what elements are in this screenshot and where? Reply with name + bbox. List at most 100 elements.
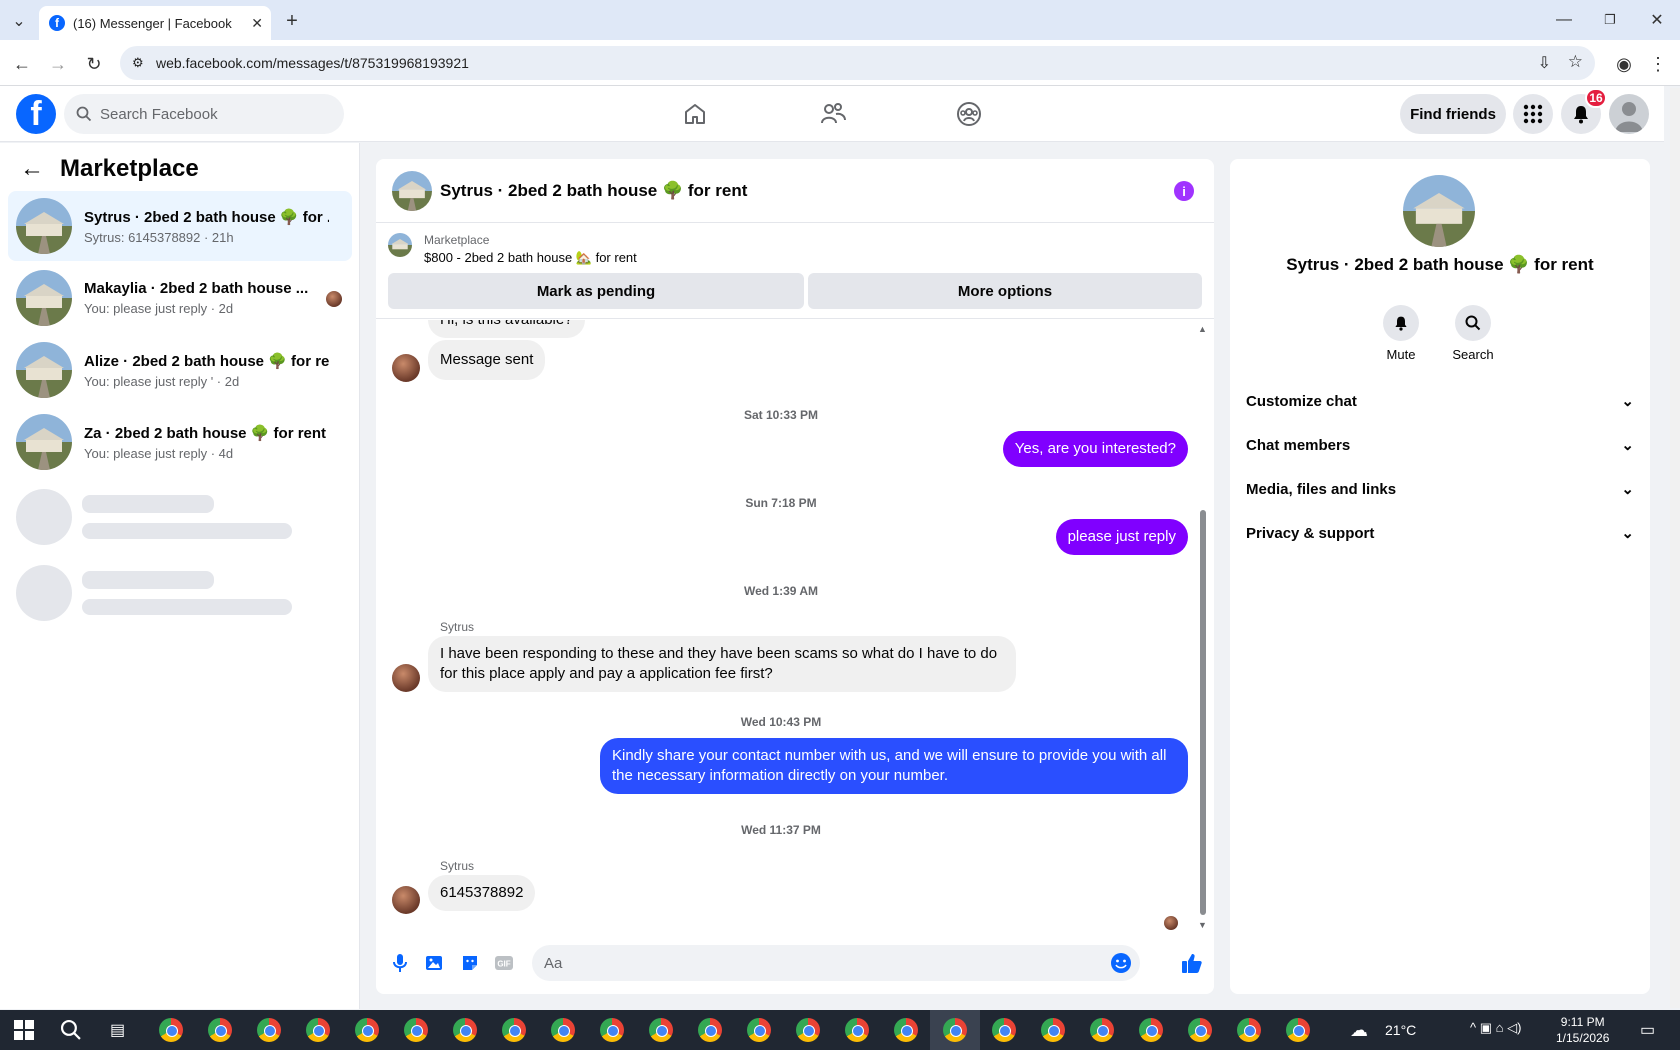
chrome-taskbar-icon[interactable]	[208, 1018, 232, 1042]
conversation-title: Makaylia · 2bed 2 bath house ...	[84, 280, 309, 297]
timestamp: Wed 11:37 PM	[741, 823, 821, 837]
scroll-down-arrow-icon[interactable]: ▼	[1198, 920, 1207, 930]
facebook-search-input[interactable]: Search Facebook	[64, 94, 344, 134]
restore-icon[interactable]: ❐	[1598, 8, 1622, 32]
message-input-placeholder: Aa	[544, 954, 563, 972]
chrome-taskbar-icon[interactable]	[404, 1018, 428, 1042]
emoji-icon[interactable]	[1110, 952, 1132, 974]
account-avatar[interactable]	[1609, 94, 1649, 134]
taskbar-search-icon[interactable]	[60, 1019, 82, 1041]
window-close-icon[interactable]: ✕	[1645, 8, 1669, 32]
conversation-item[interactable]: Sytrus · 2bed 2 bath house 🌳 for ... Syt…	[8, 191, 352, 261]
address-bar[interactable]: ⚙ web.facebook.com/messages/t/8753199681…	[120, 46, 1595, 80]
weather-cloud-icon[interactable]: ☁	[1350, 1020, 1368, 1041]
profile-icon[interactable]: ◉	[1612, 52, 1636, 76]
sticker-icon[interactable]	[458, 951, 482, 975]
media-files-links-section[interactable]: Media, files and links ⌄	[1246, 469, 1634, 509]
windows-start-icon[interactable]	[14, 1020, 34, 1040]
system-tray-icons[interactable]: ^ ▣ ⌂ ◁)	[1470, 1020, 1521, 1036]
groups-icon[interactable]	[951, 96, 987, 132]
message-bubble-incoming: I have been responding to these and they…	[428, 636, 1016, 692]
conversation-item[interactable]: Alize · 2bed 2 bath house 🌳 for re... Yo…	[8, 335, 352, 405]
customize-chat-section[interactable]: Customize chat ⌄	[1246, 381, 1634, 421]
chrome-taskbar-icon[interactable]	[747, 1018, 771, 1042]
tab-search-icon[interactable]: ⌄	[8, 10, 30, 32]
chrome-taskbar-icon[interactable]	[1090, 1018, 1114, 1042]
chat-scrollbar-thumb[interactable]	[1200, 510, 1206, 915]
search-label: Search	[1452, 347, 1494, 362]
chat-house-avatar[interactable]	[392, 170, 432, 211]
sender-avatar[interactable]	[392, 354, 420, 382]
site-settings-icon[interactable]: ⚙	[132, 55, 144, 71]
chrome-taskbar-icon[interactable]	[1237, 1018, 1261, 1042]
photo-attach-icon[interactable]	[422, 951, 446, 975]
chrome-taskbar-icon[interactable]	[453, 1018, 477, 1042]
mute-button[interactable]: Mute	[1361, 305, 1441, 362]
menu-grid-icon[interactable]	[1513, 94, 1553, 134]
chat-members-section[interactable]: Chat members ⌄	[1246, 425, 1634, 465]
chrome-taskbar-icon[interactable]	[257, 1018, 281, 1042]
chrome-taskbar-icon[interactable]	[1286, 1018, 1310, 1042]
search-conversation-button[interactable]: Search	[1433, 305, 1513, 362]
conversation-item[interactable]: Makaylia · 2bed 2 bath house ... You: pl…	[8, 263, 352, 333]
thumbs-up-icon[interactable]	[1180, 951, 1204, 975]
message-input[interactable]: Aa	[532, 945, 1140, 981]
chrome-taskbar-icon[interactable]	[159, 1018, 183, 1042]
conversation-house-avatar	[1403, 175, 1475, 247]
message-thread: Hi, is this available? Message sent Sat …	[376, 320, 1214, 937]
notification-center-icon[interactable]: ▭	[1640, 1020, 1655, 1040]
bookmark-star-icon[interactable]: ☆	[1568, 52, 1583, 72]
more-options-button[interactable]: More options	[808, 273, 1202, 309]
chrome-taskbar-icon[interactable]	[600, 1018, 624, 1042]
conversation-list-panel: ← Marketplace Sytrus · 2bed 2 bath house…	[0, 143, 360, 1009]
chrome-taskbar-icon[interactable]	[1041, 1018, 1065, 1042]
reload-icon[interactable]: ↻	[82, 52, 106, 76]
chrome-taskbar-icon[interactable]	[845, 1018, 869, 1042]
facebook-header: f Search Facebook Find friends 16	[0, 86, 1664, 142]
gif-icon[interactable]: GIF	[492, 951, 516, 975]
task-view-icon[interactable]: ▤	[110, 1020, 125, 1040]
facebook-logo-icon[interactable]: f	[16, 94, 56, 134]
privacy-support-section[interactable]: Privacy & support ⌄	[1246, 513, 1634, 553]
chrome-taskbar-icon[interactable]	[502, 1018, 526, 1042]
mark-as-pending-button[interactable]: Mark as pending	[388, 273, 804, 309]
menu-kebab-icon[interactable]: ⋮	[1646, 52, 1670, 76]
chrome-taskbar-icon[interactable]	[306, 1018, 330, 1042]
chrome-taskbar-icon[interactable]	[551, 1018, 575, 1042]
info-icon[interactable]: i	[1174, 181, 1194, 201]
friends-icon[interactable]	[815, 96, 851, 132]
install-app-icon[interactable]: ⇩	[1538, 53, 1551, 73]
chat-title[interactable]: Sytrus · 2bed 2 bath house 🌳 for rent	[440, 181, 747, 201]
back-arrow-icon[interactable]: ←	[20, 155, 44, 183]
timestamp: Wed 1:39 AM	[743, 584, 818, 598]
chrome-taskbar-icon[interactable]	[1188, 1018, 1212, 1042]
facebook-favicon-icon: f	[49, 15, 65, 31]
search-placeholder: Search Facebook	[100, 105, 218, 123]
chrome-taskbar-icon[interactable]	[698, 1018, 722, 1042]
minimize-icon[interactable]: —	[1552, 8, 1576, 32]
page-scrollbar[interactable]	[1670, 88, 1680, 1008]
chrome-taskbar-icon[interactable]	[796, 1018, 820, 1042]
tab-close-icon[interactable]: ✕	[251, 15, 263, 32]
chrome-taskbar-icon[interactable]	[894, 1018, 918, 1042]
browser-tab[interactable]: f (16) Messenger | Facebook ✕	[39, 6, 271, 40]
listing-thumbnail[interactable]	[388, 233, 412, 257]
new-tab-icon[interactable]: +	[280, 9, 304, 33]
listing-detail[interactable]: $800 - 2bed 2 bath house 🏡 for rent	[424, 250, 637, 266]
chrome-taskbar-icon[interactable]	[355, 1018, 379, 1042]
taskbar-clock[interactable]: 9:11 PM 1/15/2026	[1556, 1014, 1609, 1046]
home-icon[interactable]	[677, 96, 713, 132]
back-icon[interactable]: ←	[10, 52, 34, 76]
sender-avatar[interactable]	[392, 886, 420, 914]
chrome-taskbar-icon[interactable]	[1139, 1018, 1163, 1042]
weather-temp[interactable]: 21°C	[1385, 1022, 1416, 1038]
conversation-item[interactable]: Za · 2bed 2 bath house 🌳 for rent You: p…	[8, 407, 352, 477]
sender-avatar[interactable]	[392, 664, 420, 692]
scroll-up-arrow-icon[interactable]: ▲	[1198, 324, 1207, 334]
forward-icon[interactable]: →	[46, 52, 70, 76]
chrome-taskbar-icon[interactable]	[649, 1018, 673, 1042]
microphone-icon[interactable]	[388, 951, 412, 975]
chrome-taskbar-icon[interactable]	[943, 1018, 967, 1042]
find-friends-button[interactable]: Find friends	[1400, 94, 1506, 134]
chrome-taskbar-icon[interactable]	[992, 1018, 1016, 1042]
